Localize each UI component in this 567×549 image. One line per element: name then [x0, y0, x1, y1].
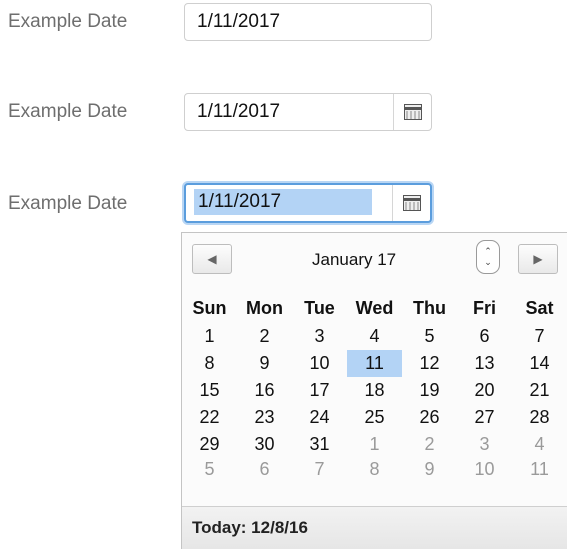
- today-label: Today: 12/8/16: [192, 518, 308, 537]
- calendar-week-row: 5 6 7 8 9 10 11: [182, 458, 567, 480]
- chevron-up-icon: ⌃: [484, 246, 492, 256]
- calendar-day[interactable]: 13: [457, 350, 512, 377]
- date-input-1[interactable]: 1/11/2017: [184, 3, 432, 41]
- date-label-1: Example Date: [8, 11, 128, 32]
- month-label: January 17: [312, 250, 397, 269]
- calendar-week-row: 29 30 31 1 2 3 4: [182, 431, 567, 458]
- calendar-button-2[interactable]: [393, 94, 431, 130]
- calendar-day[interactable]: 24: [292, 404, 347, 431]
- date-input-2-value: 1/11/2017: [197, 101, 281, 122]
- calendar-day-adjacent[interactable]: 8: [347, 458, 402, 480]
- right-arrow-icon: ▶: [533, 252, 543, 266]
- calendar-day-adjacent[interactable]: 6: [237, 458, 292, 480]
- calendar-day-adjacent[interactable]: 11: [512, 458, 567, 480]
- calendar-day[interactable]: 16: [237, 377, 292, 404]
- calendar-week-row: 8 9 10 11 12 13 14: [182, 350, 567, 377]
- chevron-down-icon: ⌄: [484, 257, 492, 267]
- today-bar[interactable]: Today: 12/8/16: [182, 506, 567, 549]
- weekday-mon: Mon: [246, 297, 283, 318]
- weekday-tue: Tue: [304, 297, 335, 318]
- calendar-day-adjacent[interactable]: 2: [402, 431, 457, 458]
- calendar-day[interactable]: 1: [182, 323, 237, 350]
- prev-month-button[interactable]: ◀: [192, 244, 232, 274]
- calendar-day[interactable]: 6: [457, 323, 512, 350]
- calendar-week-row: 1234567: [182, 323, 567, 350]
- calendar-day[interactable]: 17: [292, 377, 347, 404]
- date-label-3: Example Date: [8, 193, 128, 214]
- calendar-day[interactable]: 27: [457, 404, 512, 431]
- weekday-fri: Fri: [472, 297, 496, 318]
- calendar-day[interactable]: 2: [237, 323, 292, 350]
- date-input-1-value: 1/11/2017: [197, 11, 281, 32]
- calendar-day[interactable]: 30: [237, 431, 292, 458]
- weekday-sun: Sun: [192, 297, 227, 318]
- calendar-day[interactable]: 3: [292, 323, 347, 350]
- year-stepper[interactable]: ⌃ ⌄: [476, 240, 500, 274]
- calendar-popup: ◀ January 17 ⌃ ⌄ ▶ Sun Mon Tue Wed Thu Fri Sat…: [181, 232, 567, 549]
- calendar-day[interactable]: 26: [402, 404, 457, 431]
- calendar-day[interactable]: 15: [182, 377, 237, 404]
- calendar-day[interactable]: 9: [237, 350, 292, 377]
- calendar-day[interactable]: 21: [512, 377, 567, 404]
- calendar-day[interactable]: 29: [182, 431, 237, 458]
- date-input-2[interactable]: 1/11/2017: [184, 93, 432, 131]
- calendar-day-adjacent[interactable]: 3: [457, 431, 512, 458]
- calendar-day[interactable]: 25: [347, 404, 402, 431]
- calendar-day[interactable]: 22: [182, 404, 237, 431]
- calendar-day-selected[interactable]: 11: [347, 350, 402, 377]
- calendar-day[interactable]: 8: [182, 350, 237, 377]
- calendar-day-adjacent[interactable]: 10: [457, 458, 512, 480]
- calendar-day[interactable]: 31: [292, 431, 347, 458]
- calendar-day-adjacent[interactable]: 7: [292, 458, 347, 480]
- calendar-day[interactable]: 12: [402, 350, 457, 377]
- next-month-button[interactable]: ▶: [518, 244, 558, 274]
- calendar-day[interactable]: 18: [347, 377, 402, 404]
- calendar-day[interactable]: 7: [512, 323, 567, 350]
- date-input-3-value: 1/11/2017: [194, 189, 372, 215]
- calendar-day-adjacent[interactable]: 9: [402, 458, 457, 480]
- calendar-day-adjacent[interactable]: 1: [347, 431, 402, 458]
- calendar-grid: Sun Mon Tue Wed Thu Fri Sat 1 2 3 4 5 6 7 8 9 10 11 12 13 1…: [182, 293, 567, 480]
- left-arrow-icon: ◀: [207, 252, 217, 266]
- calendar-week-row: 22 23 24 25 26 27 28: [182, 404, 567, 431]
- calendar-day[interactable]: 23: [237, 404, 292, 431]
- calendar-day[interactable]: 4: [347, 323, 402, 350]
- calendar-button-3[interactable]: [392, 185, 430, 221]
- calendar-icon: [403, 104, 422, 120]
- calendar-day[interactable]: 14: [512, 350, 567, 377]
- date-label-2: Example Date: [8, 101, 128, 122]
- calendar-icon: [402, 195, 421, 211]
- weekday-thu: Thu: [413, 297, 446, 318]
- calendar-day[interactable]: 19: [402, 377, 457, 404]
- date-input-3[interactable]: 1/11/2017: [184, 183, 432, 223]
- weekday-wed: Wed: [355, 297, 394, 318]
- calendar-day-adjacent[interactable]: 5: [182, 458, 237, 480]
- calendar-day[interactable]: 28: [512, 404, 567, 431]
- calendar-day[interactable]: 20: [457, 377, 512, 404]
- weekday-header: Sun Mon Tue Wed Thu Fri Sat: [182, 293, 567, 323]
- weekday-sat: Sat: [525, 297, 554, 318]
- calendar-week-row: 15 16 17 18 19 20 21: [182, 377, 567, 404]
- calendar-day-adjacent[interactable]: 4: [512, 431, 567, 458]
- calendar-day[interactable]: 5: [402, 323, 457, 350]
- calendar-day[interactable]: 10: [292, 350, 347, 377]
